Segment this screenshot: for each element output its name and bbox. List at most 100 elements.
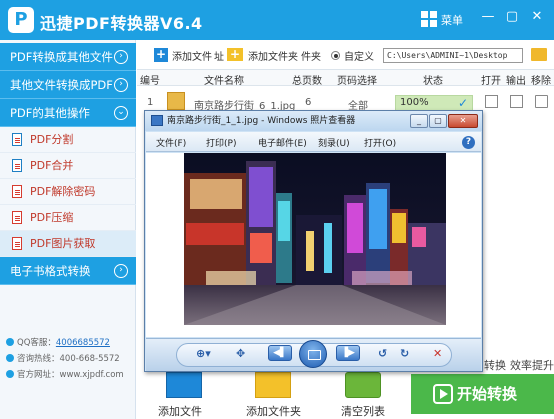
viewer-menu-burn[interactable]: 刻录(U) (318, 136, 350, 149)
image-file-icon (167, 92, 185, 110)
viewer-menu-email[interactable]: 电子邮件(E) (258, 136, 307, 149)
pdf-file-icon (12, 211, 22, 224)
col-remove: 移除 (531, 76, 551, 87)
viewer-title: 南京路步行街_1_1.jpg - Windows 照片查看器 (167, 116, 356, 126)
output-path-input[interactable]: C:\Users\ADMINI~1\Desktop (383, 48, 523, 63)
col-status: 状态 (423, 76, 443, 87)
viewer-image-area (146, 153, 481, 337)
contact-site-text[interactable]: 官方网址：www.xjpdf.com (17, 370, 124, 380)
pdf-file-icon (12, 159, 22, 172)
col-output: 输出 (506, 76, 526, 87)
delete-icon[interactable]: ✕ (433, 347, 442, 360)
add-folder-icon[interactable]: + (227, 48, 243, 61)
viewer-menu-open[interactable]: 打开(O) (364, 136, 396, 149)
add-file-bottom-button[interactable]: 添加文件 (158, 403, 202, 419)
previous-icon[interactable]: ◀▌ (268, 345, 292, 361)
viewer-control-bar: ⊕▾ ✥ ◀▌ ▐▶ ↺ ↻ ✕ (146, 338, 481, 371)
add-folder-button[interactable]: 添加文件夹 (248, 48, 298, 63)
rotate-right-icon[interactable]: ↻ (400, 347, 409, 360)
qq-icon (6, 338, 14, 346)
sidebar-category-pdf-to-other[interactable]: PDF转换成其他文件 › (0, 43, 136, 71)
feature-text-efficiency: 效率提升 (510, 359, 554, 372)
sidebar-item-label: PDF分割 (30, 133, 74, 146)
viewer-menu-file[interactable]: 文件(F) (156, 136, 186, 149)
contact-qq: QQ客服：4006685572 (6, 336, 110, 348)
progress-text: 100% (400, 97, 429, 108)
row-pages: 6 (305, 97, 312, 108)
col-pages: 总页数 (292, 76, 322, 87)
sidebar-item-pdf-merge[interactable]: PDF合并 (0, 153, 136, 179)
fit-window-icon[interactable]: ✥ (236, 347, 245, 360)
sidebar-item-pdf-unlock[interactable]: PDF解除密码 (0, 179, 136, 205)
sidebar-category-label: PDF的其他操作 (10, 106, 90, 120)
rotate-left-icon[interactable]: ↺ (378, 347, 387, 360)
row-progress-bar: 100% ✓ (395, 95, 473, 111)
sidebar-category-ebook[interactable]: 电子书格式转换 › (0, 257, 136, 285)
add-folder-trail-text: 件夹 (301, 52, 321, 63)
add-folder-bottom-button[interactable]: 添加文件夹 (246, 403, 301, 419)
open-file-icon[interactable] (485, 95, 498, 108)
col-open: 打开 (481, 76, 501, 87)
sidebar-item-label: PDF压缩 (30, 211, 74, 224)
chevron-down-icon: ⌄ (114, 106, 128, 120)
viewer-maximize-icon[interactable]: ▢ (429, 114, 447, 128)
pdf-file-icon (12, 133, 22, 146)
add-file-large-icon[interactable] (166, 372, 202, 398)
contact-qq-link[interactable]: 4006685572 (56, 338, 110, 348)
start-convert-label: 开始转换 (457, 385, 518, 403)
contact-qq-label: QQ客服： (17, 338, 56, 348)
pdf-file-icon (12, 185, 22, 198)
sidebar-item-pdf-image-extract[interactable]: PDF图片获取 (0, 231, 136, 257)
phone-icon (6, 354, 14, 362)
sidebar-item-label: PDF合并 (30, 159, 74, 172)
globe-icon (6, 370, 14, 378)
next-icon[interactable]: ▐▶ (336, 345, 360, 361)
clear-list-button[interactable]: 清空列表 (341, 403, 385, 419)
custom-label: 自定义 (344, 52, 374, 63)
photo-viewer-window[interactable]: 南京路步行街_1_1.jpg - Windows 照片查看器 _ ▢ ✕ 文件(… (144, 110, 483, 372)
menu-button[interactable]: 菜单 (441, 12, 463, 28)
sidebar-item-label: PDF图片获取 (30, 237, 96, 250)
col-name: 文件名称 (204, 76, 244, 87)
check-icon: ✓ (457, 96, 468, 110)
add-folder-large-icon[interactable] (255, 372, 291, 398)
col-range: 页码选择 (337, 76, 377, 87)
menu-grid-icon[interactable] (421, 11, 437, 27)
clear-list-icon[interactable] (345, 372, 381, 398)
sidebar-category-label: 电子书格式转换 (10, 264, 91, 278)
start-convert-button[interactable]: 开始转换 (411, 374, 554, 414)
minimize-icon[interactable]: — (479, 8, 497, 26)
sidebar-category-other-to-pdf[interactable]: 其他文件转换成PDF › (0, 71, 136, 99)
sidebar-item-label: PDF解除密码 (30, 185, 96, 198)
row-index: 1 (147, 97, 154, 108)
chevron-right-icon: › (114, 264, 128, 278)
sidebar-category-label: PDF转换成其他文件 (10, 50, 113, 64)
title-bar: P 迅捷PDF转换器V6.4 菜单 — ▢ ✕ (0, 0, 554, 40)
sidebar-item-pdf-compress[interactable]: PDF压缩 (0, 205, 136, 231)
custom-radio[interactable] (331, 51, 340, 60)
feature-text-convert: 转换 (484, 359, 506, 372)
col-index: 编号 (140, 76, 160, 87)
contact-site: 官方网址：www.xjpdf.com (6, 368, 124, 380)
sidebar-item-pdf-split[interactable]: PDF分割 (0, 127, 136, 153)
help-icon[interactable]: ? (462, 136, 475, 149)
trash-icon[interactable] (535, 95, 548, 108)
night-street-photo (184, 153, 446, 325)
output-folder-icon[interactable] (510, 95, 523, 108)
add-file-icon[interactable]: + (154, 48, 168, 62)
viewer-menu-bar: 文件(F) 打印(P) 电子邮件(E) 刻录(U) 打开(O) ? (146, 132, 481, 152)
browse-folder-icon[interactable] (531, 48, 547, 61)
restore-icon[interactable]: ▢ (503, 8, 521, 26)
viewer-close-icon[interactable]: ✕ (448, 114, 478, 128)
chevron-right-icon: › (114, 78, 128, 92)
add-file-button[interactable]: 添加文件 (172, 48, 212, 63)
pdf-file-icon (12, 237, 22, 250)
sidebar-category-label: 其他文件转换成PDF (10, 78, 113, 92)
viewer-minimize-icon[interactable]: _ (410, 114, 428, 128)
zoom-icon[interactable]: ⊕▾ (196, 347, 211, 360)
close-icon[interactable]: ✕ (528, 8, 546, 26)
viewer-title-bar[interactable]: 南京路步行街_1_1.jpg - Windows 照片查看器 _ ▢ ✕ (145, 111, 482, 131)
viewer-menu-print[interactable]: 打印(P) (206, 136, 236, 149)
slideshow-icon[interactable] (299, 340, 327, 368)
sidebar-category-pdf-other-ops[interactable]: PDF的其他操作 ⌄ (0, 99, 136, 127)
